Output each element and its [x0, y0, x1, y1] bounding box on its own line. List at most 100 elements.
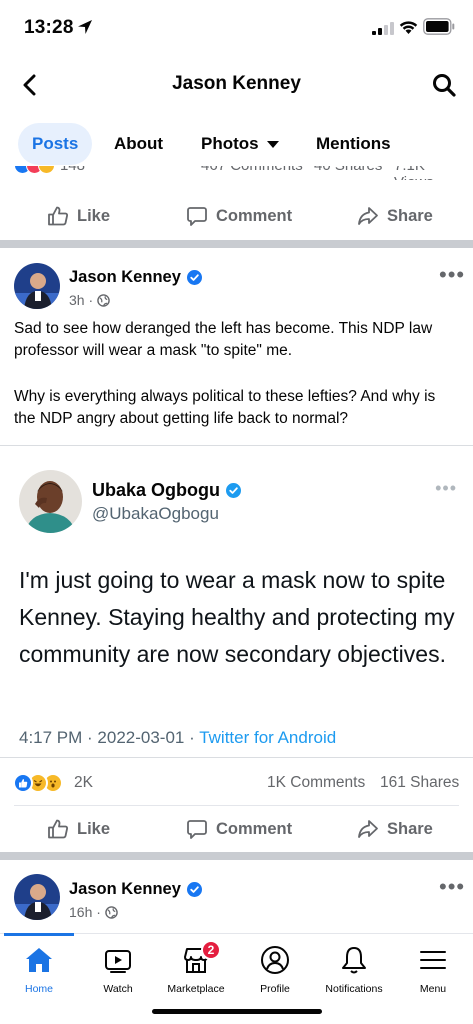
verified-badge-icon — [226, 483, 242, 498]
tweet-avatar — [19, 470, 82, 533]
globe-icon — [105, 905, 118, 919]
tweet-timestamp: 4:17 PM · 2022-03-01 · — [19, 728, 200, 747]
share-button[interactable]: Share — [357, 193, 433, 239]
tweet-author-photo — [19, 470, 82, 533]
tab-about-label: About — [114, 134, 164, 153]
tweet-text: I'm just going to wear a mask now to spi… — [19, 567, 455, 667]
shares-count[interactable]: 161 Shares — [380, 774, 459, 792]
comment-icon — [187, 207, 207, 226]
wifi-icon — [399, 21, 418, 34]
status-bar: 13:28 — [0, 0, 473, 56]
share-arrow-icon — [358, 820, 378, 838]
back-button[interactable] — [16, 70, 42, 100]
nav-watch-label: Watch — [103, 983, 133, 995]
previous-post-actions: Like Comment Share — [0, 193, 473, 239]
page-title: Jason Kenney — [172, 73, 301, 94]
next-post-author-name: Jason Kenney — [69, 880, 181, 898]
bell-icon — [342, 947, 366, 974]
menu-icon — [420, 951, 446, 969]
nav-menu-label: Menu — [419, 983, 447, 995]
tweet-more-icon: ••• — [435, 478, 457, 498]
thumbs-up-icon — [48, 819, 68, 839]
post-author[interactable]: Jason Kenney — [69, 268, 202, 287]
post-author-name: Jason Kenney — [69, 268, 181, 286]
home-icon — [26, 948, 52, 972]
marketplace-badge: 2 — [201, 940, 221, 960]
verified-badge-icon — [186, 270, 202, 285]
next-post-time: 16h · — [69, 904, 118, 920]
tab-photos-label: Photos — [201, 134, 259, 153]
profile-icon — [261, 946, 289, 974]
nav-notifications-label: Notifications — [325, 983, 383, 995]
post-time-text: 3h · — [69, 292, 94, 308]
post-divider — [0, 852, 473, 860]
reactions-count[interactable]: 2K — [74, 774, 93, 792]
author-photo — [14, 263, 60, 309]
embedded-tweet-image[interactable]: Ubaka Ogbogu @UbakaOgbogu ••• I'm just g… — [0, 445, 473, 758]
comment-label: Comment — [216, 206, 293, 225]
tab-about[interactable]: About — [114, 123, 163, 165]
tweet-meta: 4:17 PM · 2022-03-01 · Twitter for Andro… — [19, 728, 336, 748]
tab-posts-label: Posts — [32, 134, 79, 153]
post-text-paragraph-1: Sad to see how deranged the left has bec… — [14, 320, 433, 359]
post-text-paragraph-2: Why is everything always political to th… — [14, 388, 436, 427]
tweet-source: Twitter for Android — [199, 728, 337, 747]
post-options-button[interactable]: ••• — [439, 264, 465, 286]
post-time: 3h · — [69, 292, 110, 308]
profile-tabs: Posts About Photos Mentions — [0, 121, 473, 167]
reactions-summary[interactable] — [13, 773, 73, 793]
status-time: 13:28 — [24, 17, 74, 38]
previous-reactions-count: 148 — [60, 166, 85, 174]
haha-reaction-icon — [38, 166, 55, 174]
like-reaction-icon — [13, 773, 33, 793]
nav-profile[interactable]: Profile — [230, 944, 320, 1004]
search-button[interactable] — [428, 70, 460, 100]
search-icon — [433, 74, 456, 97]
tab-mentions[interactable]: Mentions — [316, 123, 391, 165]
nav-watch[interactable]: Watch — [73, 944, 163, 1004]
comment-button[interactable]: Comment — [186, 193, 292, 239]
battery-icon — [423, 18, 455, 35]
cellular-signal-icon — [372, 22, 394, 35]
page-header: Jason Kenney — [0, 60, 473, 110]
comment-label: Comment — [216, 819, 293, 838]
nav-home[interactable]: Home — [0, 944, 84, 1004]
like-button[interactable]: Like — [47, 193, 110, 239]
nav-marketplace[interactable]: 2 Marketplace — [151, 940, 241, 1004]
avatar[interactable] — [14, 874, 60, 920]
chevron-left-icon — [23, 74, 36, 96]
nav-home-label: Home — [24, 983, 53, 995]
active-tab-indicator — [4, 933, 74, 936]
location-arrow-icon — [78, 20, 92, 34]
comment-icon — [187, 820, 207, 839]
next-post-time-text: 16h · — [69, 904, 101, 920]
watch-icon — [105, 950, 131, 973]
home-indicator[interactable] — [152, 1009, 322, 1014]
comment-button[interactable]: Comment — [186, 806, 292, 852]
tweet-handle: @UbakaOgbogu — [92, 504, 219, 523]
thumbs-up-icon — [48, 206, 68, 226]
post-divider — [0, 240, 473, 248]
nav-marketplace-label: Marketplace — [167, 983, 225, 995]
post-actions: Like Comment Share — [0, 806, 473, 852]
share-button[interactable]: Share — [357, 806, 433, 852]
verified-badge-icon — [186, 882, 202, 897]
avatar[interactable] — [14, 263, 60, 309]
caret-down-icon — [266, 140, 279, 148]
next-post-author[interactable]: Jason Kenney — [69, 880, 202, 899]
post-options-button[interactable]: ••• — [439, 876, 465, 898]
tweet-author-name: Ubaka Ogbogu — [92, 480, 242, 501]
like-label: Like — [77, 206, 111, 225]
share-arrow-icon — [358, 207, 378, 225]
like-button[interactable]: Like — [47, 806, 110, 852]
tab-posts[interactable]: Posts — [18, 123, 93, 165]
previous-comments-count: 467 Comments — [201, 166, 303, 174]
previous-shares-count: 40 Shares — [314, 166, 382, 174]
tab-photos[interactable]: Photos — [201, 123, 279, 165]
previous-post-stats: 148 467 Comments 40 Shares 7.1K Views — [0, 166, 473, 180]
tweet-name-text: Ubaka Ogbogu — [92, 480, 221, 500]
nav-notifications[interactable]: Notifications — [309, 944, 399, 1004]
nav-menu[interactable]: Menu — [388, 944, 473, 1004]
share-label: Share — [387, 206, 433, 225]
comments-count[interactable]: 1K Comments — [267, 774, 365, 792]
